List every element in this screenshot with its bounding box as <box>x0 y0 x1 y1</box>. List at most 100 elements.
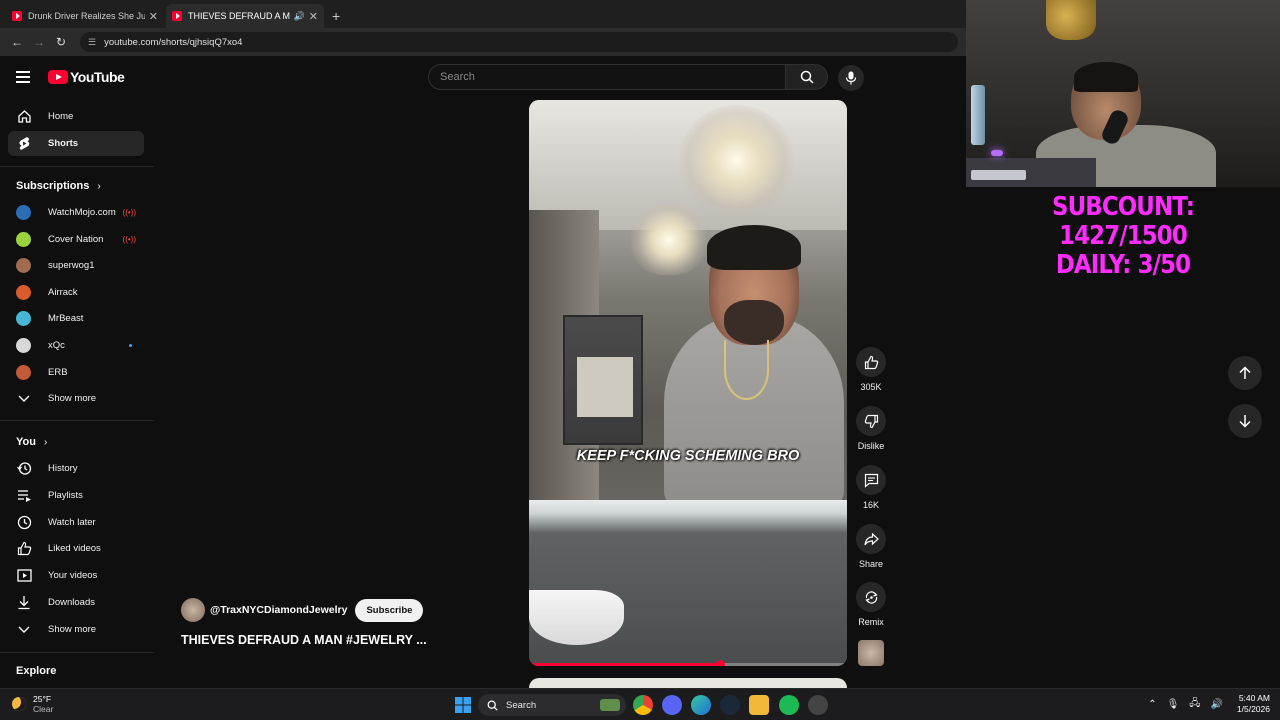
youtube-logo[interactable]: YouTube <box>48 69 125 85</box>
new-tab-button[interactable]: + <box>332 4 340 28</box>
sidebar-item-label: ERB <box>48 367 68 378</box>
speaker-icon[interactable]: 🔊 <box>294 11 305 22</box>
channel-thumbnail[interactable] <box>858 640 884 666</box>
url-field[interactable]: ☰ youtube.com/shorts/qjhsiqQ7xo4 <box>80 32 958 52</box>
sidebar-item-label: Airrack <box>48 287 78 298</box>
divider <box>0 166 154 167</box>
share-label: Share <box>858 559 884 569</box>
like-button[interactable]: 305K <box>855 347 887 392</box>
remix-button[interactable]: Remix <box>855 582 887 627</box>
youtube-play-icon <box>48 70 68 84</box>
chevron-right-icon: › <box>97 180 101 192</box>
taskbar-search[interactable]: Search <box>478 694 626 716</box>
keyboard <box>971 170 1026 180</box>
lamp <box>971 85 985 145</box>
browser-tab-active[interactable]: THIEVES DEFRAUD A MAN 🔊 ✕ <box>166 4 324 28</box>
subcount-overlay: SUBCOUNT: 1427/1500 DAILY: 3/50 <box>985 193 1261 280</box>
search-button[interactable] <box>786 64 828 90</box>
channel-name[interactable]: @TraxNYCDiamondJewelry <box>210 604 347 616</box>
sidebar-item-label: WatchMojo.com <box>48 207 116 218</box>
edge-icon[interactable] <box>691 695 711 715</box>
live-icon: ((•)) <box>122 235 136 244</box>
obs-icon[interactable] <box>808 695 828 715</box>
weather-widget[interactable]: 25°F Clear <box>12 694 53 714</box>
chevron-down-icon <box>16 391 32 407</box>
steam-icon[interactable] <box>720 695 740 715</box>
voice-search-button[interactable] <box>838 65 864 91</box>
forward-icon[interactable]: → <box>28 35 50 49</box>
back-icon[interactable]: ← <box>6 35 28 49</box>
progress-knob[interactable] <box>715 660 725 666</box>
youtube-header: YouTube Search <box>0 56 966 100</box>
sidebar-item-cover-nation[interactable]: Cover Nation ((•)) <box>8 227 144 252</box>
avatar[interactable] <box>181 598 205 622</box>
short-video-player[interactable]: KEEP F*CKING SCHEMING BRO <box>529 100 847 666</box>
site-info-icon[interactable]: ☰ <box>88 37 96 48</box>
sidebar-item-airrack[interactable]: Airrack <box>8 280 144 305</box>
video-scene-hair <box>707 225 801 270</box>
share-button[interactable]: Share <box>855 524 887 569</box>
sidebar-item-label: Cover Nation <box>48 234 104 245</box>
comments-button[interactable]: 16K <box>855 465 887 510</box>
chevron-up-icon[interactable]: ⌃ <box>1148 699 1156 710</box>
subscriptions-show-more[interactable]: Show more <box>8 386 144 411</box>
chrome-icon[interactable] <box>633 695 653 715</box>
sidebar-item-history[interactable]: History <box>8 456 144 481</box>
youtube-favicon-icon <box>12 11 22 21</box>
playlists-icon <box>16 488 32 504</box>
subscribe-button[interactable]: Subscribe <box>355 598 424 622</box>
clock[interactable]: 5:40 AM 1/5/2026 <box>1237 693 1270 715</box>
live-icon: ((•)) <box>122 208 136 217</box>
video-title[interactable]: THIEVES DEFRAUD A MAN #JEWELRY ... <box>181 633 427 647</box>
next-short-button[interactable] <box>1228 404 1262 438</box>
browser-tab[interactable]: Drunk Driver Realizes She Just ✕ <box>6 4 164 28</box>
sidebar-item-watchmojo[interactable]: WatchMojo.com ((•)) <box>8 200 144 225</box>
microphone-icon[interactable]: 🎙 <box>1167 699 1180 710</box>
taskbar-search-label: Search <box>506 699 537 711</box>
previous-short-button[interactable] <box>1228 356 1262 390</box>
like-icon <box>856 347 886 377</box>
dislike-button[interactable]: Dislike <box>855 406 887 451</box>
webcam-overlay <box>966 0 1280 187</box>
close-tab-icon[interactable]: ✕ <box>149 10 158 23</box>
video-progress-bar[interactable] <box>529 660 847 666</box>
you-heading[interactable]: You › <box>16 436 47 448</box>
windows-start-icon[interactable] <box>453 695 473 715</box>
close-tab-icon[interactable]: ✕ <box>309 10 318 23</box>
sidebar-item-erb[interactable]: ERB <box>8 360 144 385</box>
watch-later-icon <box>16 515 32 531</box>
sidebar-item-xqc[interactable]: xQc <box>8 333 144 358</box>
sidebar-item-downloads[interactable]: Downloads <box>8 590 144 615</box>
sidebar-item-mrbeast[interactable]: MrBeast <box>8 306 144 331</box>
balloon <box>1046 0 1096 40</box>
discord-icon[interactable] <box>662 695 682 715</box>
microphone-icon <box>845 71 857 85</box>
chevron-down-icon <box>16 622 32 638</box>
reload-icon[interactable]: ↻ <box>50 35 72 49</box>
volume-icon[interactable]: 🔊 <box>1210 699 1222 710</box>
sidebar-item-label: Show more <box>48 624 97 635</box>
sidebar-item-label: Home <box>48 111 74 122</box>
sidebar-item-playlists[interactable]: Playlists <box>8 483 144 508</box>
subscriptions-heading[interactable]: Subscriptions › <box>16 180 101 192</box>
dislike-label: Dislike <box>857 441 885 451</box>
divider <box>0 420 154 421</box>
sidebar-item-your-videos[interactable]: Your videos <box>8 563 144 588</box>
temperature: 25°F <box>33 694 52 704</box>
mouse-light <box>991 150 1003 156</box>
sidebar-item-shorts[interactable]: Shorts <box>8 131 144 156</box>
spotify-icon[interactable] <box>779 695 799 715</box>
file-explorer-icon[interactable] <box>749 695 769 715</box>
sidebar-item-liked-videos[interactable]: Liked videos <box>8 536 144 561</box>
hamburger-menu-icon[interactable] <box>16 71 30 83</box>
you-show-more[interactable]: Show more <box>8 617 144 642</box>
network-icon[interactable]: 🖧 <box>1189 696 1200 713</box>
search-highlight-icon <box>600 699 620 711</box>
sidebar-item-home[interactable]: Home <box>8 104 144 129</box>
system-tray: ⌃ 🎙 🖧 🔊 5:40 AM 1/5/2026 <box>1138 693 1270 715</box>
sidebar-item-watch-later[interactable]: Watch later <box>8 510 144 535</box>
sidebar-item-superwog1[interactable]: superwog1 <box>8 253 144 278</box>
history-icon <box>16 461 32 477</box>
search-input[interactable]: Search <box>428 64 786 90</box>
sidebar-item-label: Show more <box>48 393 97 404</box>
